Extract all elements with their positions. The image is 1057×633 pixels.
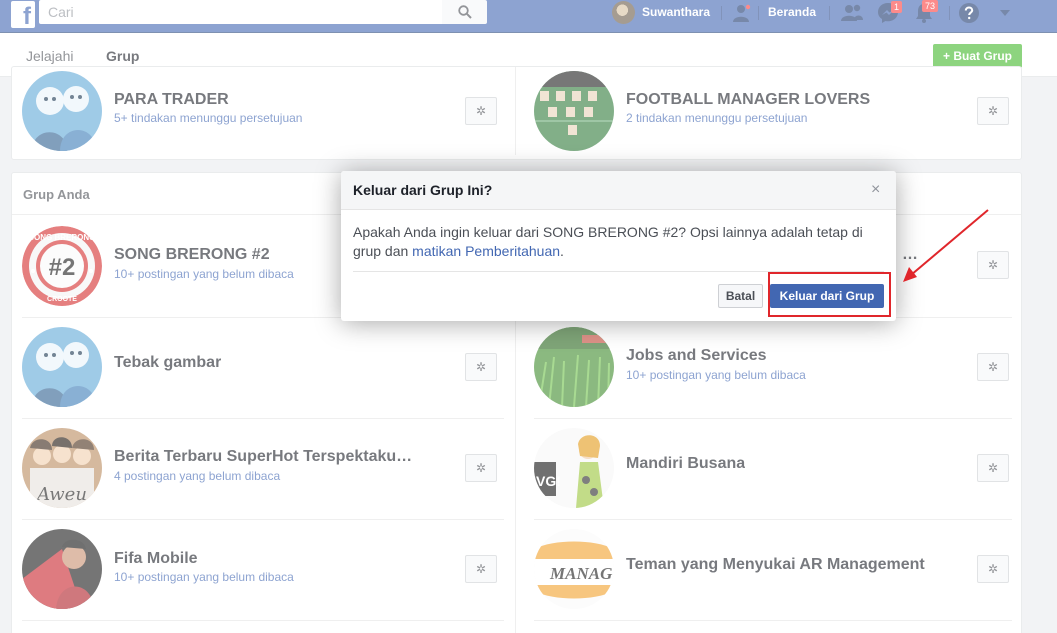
- dialog-header: Keluar dari Grup Ini? ×: [341, 171, 896, 210]
- annotation-arrow: [903, 209, 989, 282]
- mute-notifications-link[interactable]: matikan Pemberitahuan: [412, 243, 560, 259]
- close-icon[interactable]: ×: [871, 181, 880, 199]
- highlight-box: [768, 272, 891, 317]
- cancel-button[interactable]: Batal: [718, 284, 763, 308]
- dialog-message-end: .: [560, 243, 564, 259]
- dialog-message: Apakah Anda ingin keluar dari SONG BRERO…: [353, 223, 883, 261]
- dialog-title: Keluar dari Grup Ini?: [353, 182, 493, 198]
